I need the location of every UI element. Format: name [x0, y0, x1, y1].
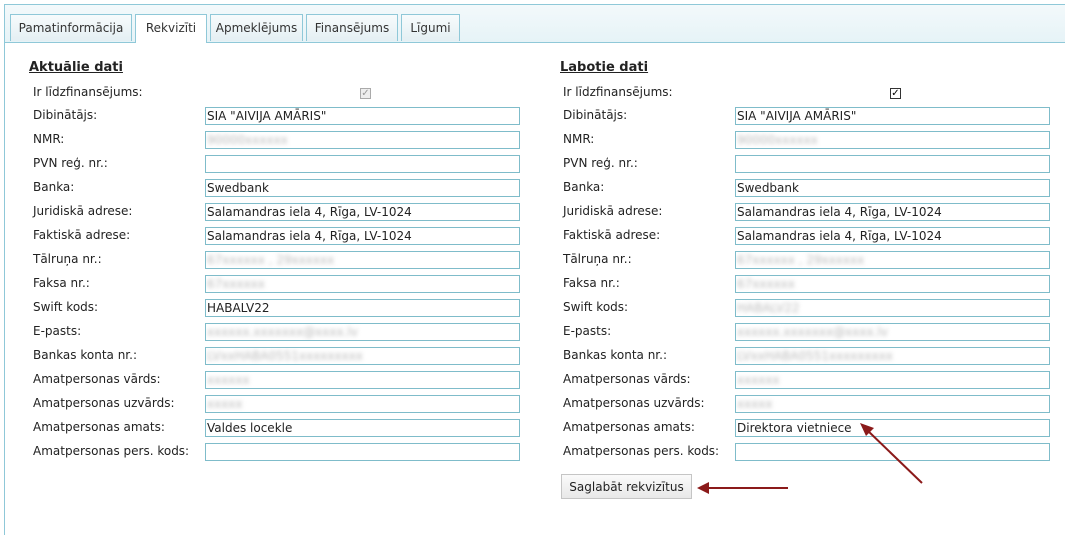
official-surname-field[interactable]: xxxxx [205, 395, 520, 413]
fax-value: 67xxxxxx [207, 277, 265, 291]
official-position-field[interactable]: Valdes locekle [205, 419, 520, 437]
nmr-field[interactable]: 90000xxxxxx [205, 131, 520, 149]
legal-address-label: Juridiskā adrese: [33, 204, 133, 218]
official-id-field[interactable] [205, 443, 520, 461]
edit-account-field[interactable]: LVxxHABA0551xxxxxxxxx [735, 347, 1050, 365]
edit-official-name-label: Amatpersonas vārds: [563, 372, 691, 386]
edit-swift-value: HABALV22 [737, 301, 800, 315]
bank-field[interactable]: Swedbank [205, 179, 520, 197]
phone-field[interactable]: 67xxxxxx , 29xxxxxx [205, 251, 520, 269]
edit-phone-label: Tālruņa nr.: [563, 252, 632, 266]
bank-label: Banka: [33, 180, 75, 194]
phone-label: Tālruņa nr.: [33, 252, 102, 266]
vat-field[interactable] [205, 155, 520, 173]
email-value: xxxxxx.xxxxxxx@xxxx.lv [207, 325, 358, 339]
edit-cofinanced-checkbox[interactable]: ✓ [890, 88, 901, 99]
official-name-value: xxxxxx [207, 373, 250, 387]
edit-phone-field[interactable]: 67xxxxxx , 29xxxxxx [735, 251, 1050, 269]
edit-founder-label: Dibinātājs: [563, 108, 628, 122]
email-field[interactable]: xxxxxx.xxxxxxx@xxxx.lv [205, 323, 520, 341]
edit-official-id-label: Amatpersonas pers. kods: [563, 444, 720, 458]
account-label: Bankas konta nr.: [33, 348, 137, 362]
tab-ligumi[interactable]: Līgumi [401, 14, 460, 41]
edit-nmr-field[interactable]: 90000xxxxxx [735, 131, 1050, 149]
edit-swift-label: Swift kods: [563, 300, 629, 314]
edit-cofinanced-label: Ir līdzfinansējums: [563, 85, 673, 99]
edit-legal-address-label: Juridiskā adrese: [563, 204, 663, 218]
edit-official-name-field[interactable]: xxxxxx [735, 371, 1050, 389]
actual-address-field[interactable]: Salamandras iela 4, Rīga, LV-1024 [205, 227, 520, 245]
edit-official-name-value: xxxxxx [737, 373, 780, 387]
current-data-title: Aktuālie dati [29, 60, 123, 75]
edited-data-title: Labotie dati [560, 60, 649, 75]
cofinanced-label: Ir līdzfinansējums: [33, 85, 143, 99]
edit-email-label: E-pasts: [563, 324, 612, 338]
account-value: LVxxHABA0551xxxxxxxxx [207, 349, 363, 363]
nmr-value: 90000xxxxxx [207, 133, 288, 147]
edit-fax-label: Faksa nr.: [563, 276, 620, 290]
tab-bar: Pamatinformācija Rekvizīti Apmeklējums F… [5, 5, 1065, 43]
vat-label: PVN reģ. nr.: [33, 156, 108, 170]
official-surname-value: xxxxx [207, 397, 243, 411]
founder-label: Dibinātājs: [33, 108, 98, 122]
edit-phone-value: 67xxxxxx , 29xxxxxx [737, 253, 865, 267]
edit-swift-field[interactable]: HABALV22 [735, 299, 1050, 317]
edit-official-surname-field[interactable]: xxxxx [735, 395, 1050, 413]
cofinanced-checkbox: ✓ [360, 88, 371, 99]
swift-field[interactable]: HABALV22 [205, 299, 520, 317]
edit-official-id-field[interactable] [735, 443, 1050, 461]
official-name-label: Amatpersonas vārds: [33, 372, 161, 386]
swift-label: Swift kods: [33, 300, 99, 314]
fax-label: Faksa nr.: [33, 276, 90, 290]
edit-fax-field[interactable]: 67xxxxxx [735, 275, 1050, 293]
edit-official-position-field[interactable]: Direktora vietniece [735, 419, 1050, 437]
tab-apmeklejums[interactable]: Apmeklējums [210, 14, 303, 41]
edit-account-label: Bankas konta nr.: [563, 348, 667, 362]
edit-fax-value: 67xxxxxx [737, 277, 795, 291]
nmr-label: NMR: [33, 132, 65, 146]
legal-address-field[interactable]: Salamandras iela 4, Rīga, LV-1024 [205, 203, 520, 221]
founder-field[interactable]: SIA "AIVIJA AMĀRIS" [205, 107, 520, 125]
official-name-field[interactable]: xxxxxx [205, 371, 520, 389]
official-id-label: Amatpersonas pers. kods: [33, 444, 190, 458]
edit-email-field[interactable]: xxxxxx.xxxxxxx@xxxx.lv [735, 323, 1050, 341]
edit-bank-label: Banka: [563, 180, 605, 194]
actual-address-label: Faktiskā adrese: [33, 228, 131, 242]
phone-value: 67xxxxxx , 29xxxxxx [207, 253, 335, 267]
edit-nmr-label: NMR: [563, 132, 595, 146]
official-position-label: Amatpersonas amats: [33, 420, 165, 434]
edit-founder-field[interactable]: SIA "AIVIJA AMĀRIS" [735, 107, 1050, 125]
edit-legal-address-field[interactable]: Salamandras iela 4, Rīga, LV-1024 [735, 203, 1050, 221]
tab-finansejums[interactable]: Finansējums [306, 14, 398, 41]
edit-official-surname-value: xxxxx [737, 397, 773, 411]
edit-vat-field[interactable] [735, 155, 1050, 173]
tab-pamatinformacija[interactable]: Pamatinformācija [10, 14, 132, 41]
edit-bank-field[interactable]: Swedbank [735, 179, 1050, 197]
official-surname-label: Amatpersonas uzvārds: [33, 396, 175, 410]
fax-field[interactable]: 67xxxxxx [205, 275, 520, 293]
edit-vat-label: PVN reģ. nr.: [563, 156, 638, 170]
edit-official-position-label: Amatpersonas amats: [563, 420, 695, 434]
account-field[interactable]: LVxxHABA0551xxxxxxxxx [205, 347, 520, 365]
edit-actual-address-label: Faktiskā adrese: [563, 228, 661, 242]
edit-actual-address-field[interactable]: Salamandras iela 4, Rīga, LV-1024 [735, 227, 1050, 245]
edit-official-surname-label: Amatpersonas uzvārds: [563, 396, 705, 410]
edit-nmr-value: 90000xxxxxx [737, 133, 818, 147]
email-label: E-pasts: [33, 324, 82, 338]
edit-account-value: LVxxHABA0551xxxxxxxxx [737, 349, 893, 363]
tab-rekviziti[interactable]: Rekvizīti [135, 14, 207, 43]
save-requisites-button[interactable]: Saglabāt rekvizītus [561, 474, 692, 499]
edit-email-value: xxxxxx.xxxxxxx@xxxx.lv [737, 325, 888, 339]
